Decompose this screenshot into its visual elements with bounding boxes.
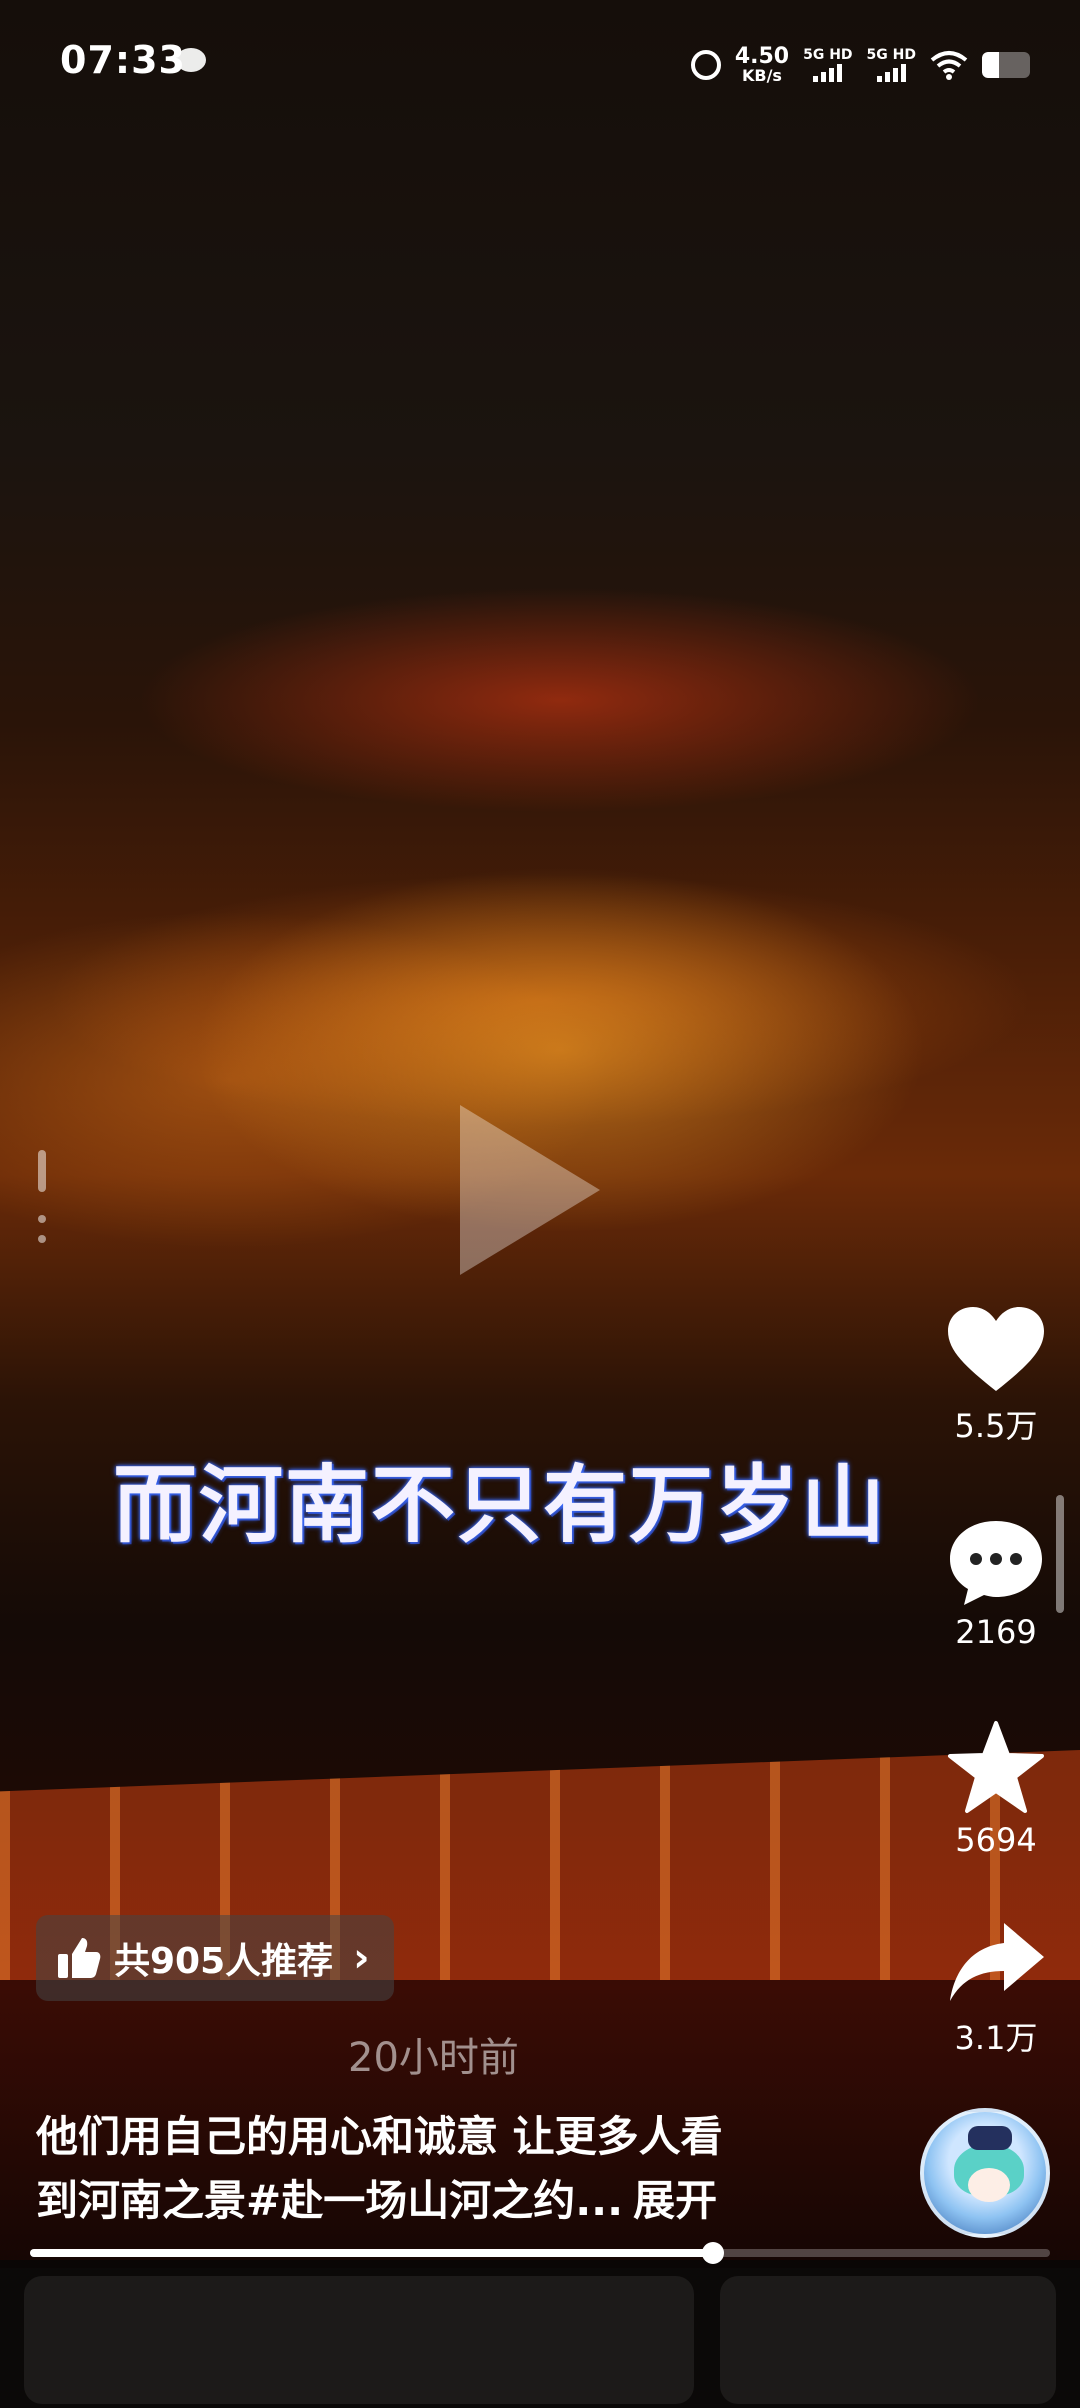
comment-action[interactable]: 2169 xyxy=(936,1517,1056,1651)
video-progress-bar[interactable] xyxy=(30,2242,1050,2264)
signal-1-label: 5G HD xyxy=(803,47,853,63)
author-avatar[interactable] xyxy=(920,2108,1050,2238)
heart-icon xyxy=(948,1307,1044,1391)
network-speed-unit: KB/s xyxy=(741,66,782,85)
share-icon xyxy=(950,1923,1044,2001)
play-icon[interactable] xyxy=(460,1105,600,1275)
description-line-1: 他们用自己的用心和诚意 让更多人看 xyxy=(36,2112,723,2161)
side-handle[interactable] xyxy=(38,1150,46,1192)
wifi-icon xyxy=(930,51,968,80)
signal-2-label: 5G HD xyxy=(866,47,916,63)
favorite-count: 5694 xyxy=(955,1821,1037,1859)
video-caption: 而河南不只有万岁山 xyxy=(112,1456,887,1554)
avatar-bow xyxy=(968,2126,1012,2150)
recommend-pill[interactable]: 共905人推荐 › xyxy=(36,1915,394,2001)
network-speed-value: 4.50 xyxy=(734,44,790,69)
alarm-icon xyxy=(690,50,721,80)
network-speed: 4.50 KB/s xyxy=(735,46,789,84)
comment-count: 2169 xyxy=(955,1613,1037,1651)
like-count: 5.5万 xyxy=(954,1407,1038,1445)
avatar-face xyxy=(968,2168,1010,2202)
side-dots xyxy=(38,1215,46,1255)
share-count: 3.1万 xyxy=(954,2019,1038,2057)
status-bar: 07:33 4.50 KB/s 5G HD 5G HD xyxy=(0,0,1080,130)
post-timestamp: 20小时前 xyxy=(348,2035,519,2081)
battery-icon xyxy=(982,52,1030,78)
chat-notification-icon xyxy=(176,48,206,72)
expand-link[interactable]: 展开 xyxy=(633,2176,717,2225)
status-indicators: 4.50 KB/s 5G HD 5G HD xyxy=(690,40,1030,90)
share-action[interactable]: 3.1万 xyxy=(936,1917,1056,2059)
signal-bars-icon xyxy=(813,64,843,82)
bottom-input-area[interactable] xyxy=(24,2276,694,2404)
star-icon xyxy=(948,1721,1044,1813)
post-description[interactable]: 他们用自己的用心和诚意 让更多人看 到河南之景#赴一场山河之约... 展开 xyxy=(36,2105,816,2233)
scroll-indicator[interactable] xyxy=(1056,1495,1064,1613)
description-line-2: 到河南之景#赴一场山河之约... xyxy=(36,2176,624,2225)
signal-bars-icon xyxy=(876,64,906,82)
like-action[interactable]: 5.5万 xyxy=(936,1305,1056,1447)
signal-1: 5G HD xyxy=(803,47,853,82)
comment-icon xyxy=(950,1521,1042,1605)
status-time: 07:33 xyxy=(60,38,186,82)
recommend-label: 共905人推荐 xyxy=(114,1941,334,1982)
thumbs-up-icon xyxy=(58,1938,101,1978)
video-progress-fill xyxy=(30,2249,714,2257)
signal-2: 5G HD xyxy=(867,48,916,82)
favorite-action[interactable]: 5694 xyxy=(936,1719,1056,1859)
chevron-right-icon: › xyxy=(353,1935,370,1981)
video-progress-knob[interactable] xyxy=(702,2242,725,2264)
bottom-action-area[interactable] xyxy=(720,2276,1056,2404)
battery-level xyxy=(982,52,999,78)
